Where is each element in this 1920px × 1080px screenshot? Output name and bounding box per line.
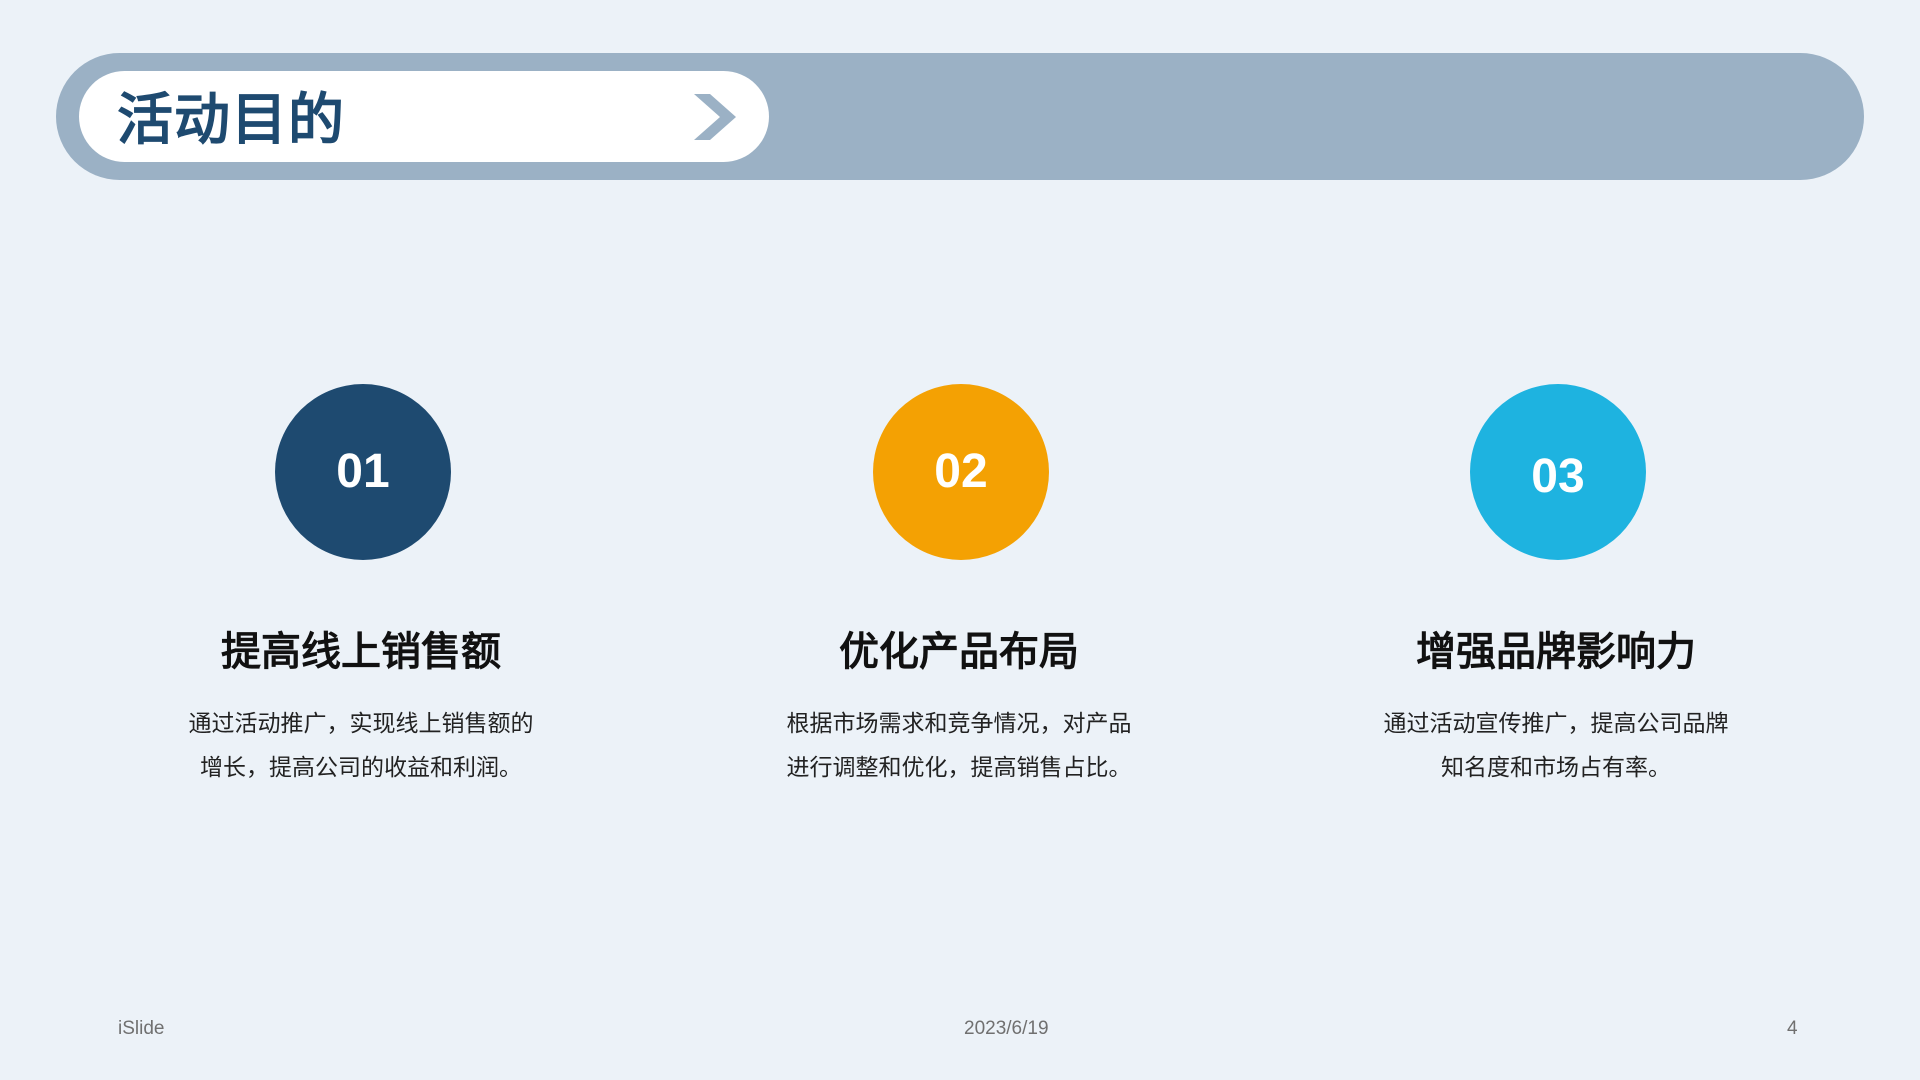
circle-number: 02 (934, 445, 988, 498)
circle-number: 01 (336, 445, 390, 498)
item-heading: 优化产品布局 (839, 629, 1079, 675)
item-description-line: 知名度和市场占有率。 (1441, 755, 1671, 781)
footer-brand: iSlide (118, 1018, 165, 1039)
objective-item-3: 03 增强品牌影响力 通过活动宣传推广，提高公司品牌 知名度和市场占有率。 (1296, 384, 1816, 804)
number-circle: 03 (1470, 384, 1646, 560)
item-description: 通过活动推广，实现线上销售额的 增长，提高公司的收益和利润。 (151, 702, 571, 790)
item-description-line: 通过活动推广，实现线上销售额的 (188, 711, 534, 737)
item-description: 通过活动宣传推广，提高公司品牌 知名度和市场占有率。 (1346, 702, 1766, 790)
item-description-line: 进行调整和优化，提高销售占比。 (786, 755, 1132, 781)
item-heading: 提高线上销售额 (221, 629, 501, 675)
number-circle: 02 (873, 384, 1049, 560)
objective-item-2: 02 优化产品布局 根据市场需求和竞争情况，对产品 进行调整和优化，提高销售占比… (699, 384, 1219, 804)
chevron-right-icon (694, 94, 736, 140)
number-circle: 01 (275, 384, 451, 560)
page-number: 4 (1787, 1018, 1798, 1039)
footer-date: 2023/6/19 (964, 1018, 1049, 1039)
item-description-line: 根据市场需求和竞争情况，对产品 (786, 711, 1132, 737)
page-title: 活动目的 (117, 88, 345, 153)
circle-number: 03 (1531, 450, 1585, 503)
item-description: 根据市场需求和竞争情况，对产品 进行调整和优化，提高销售占比。 (749, 702, 1169, 790)
item-description-line: 增长，提高公司的收益和利润。 (200, 755, 522, 781)
item-heading: 增强品牌影响力 (1416, 629, 1696, 675)
item-description-line: 通过活动宣传推广，提高公司品牌 (1383, 711, 1729, 737)
objective-item-1: 01 提高线上销售额 通过活动推广，实现线上销售额的 增长，提高公司的收益和利润… (101, 384, 621, 804)
